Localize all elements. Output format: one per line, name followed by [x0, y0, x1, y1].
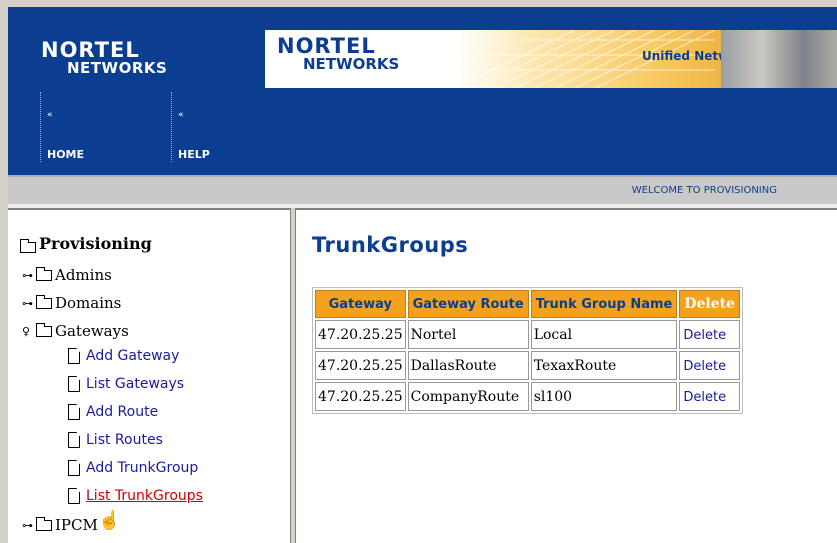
- window-frame-left: [0, 0, 8, 543]
- page-title: TrunkGroups: [312, 233, 469, 257]
- leaf-label[interactable]: Add Gateway: [86, 348, 179, 364]
- leaf-label[interactable]: List Gateways: [86, 376, 184, 392]
- tree-node-admins[interactable]: ⊶ Admins: [22, 266, 112, 284]
- delete-link[interactable]: Delete: [679, 320, 741, 349]
- expand-icon[interactable]: ⊶: [22, 269, 36, 282]
- delete-link[interactable]: Delete: [679, 382, 741, 411]
- list-trunkgroups-link[interactable]: List TrunkGroups: [68, 488, 203, 504]
- welcome-text: WELCOME TO PROVISIONING: [631, 185, 777, 196]
- cell-trunk-group: sl100: [530, 382, 678, 411]
- banner-logo-line2: NETWORKS: [303, 55, 400, 73]
- add-gateway-link[interactable]: Add Gateway: [68, 348, 179, 364]
- main-content: TrunkGroups Gateway Gateway Route Trunk …: [296, 208, 837, 543]
- leaf-label[interactable]: Add TrunkGroup: [86, 460, 198, 476]
- tree-node-gateways[interactable]: ♀ Gateways: [22, 322, 129, 340]
- banner-photo: [721, 30, 837, 88]
- hand-cursor-icon: ☝: [98, 510, 121, 531]
- banner-logo-line1: NORTEL: [277, 34, 376, 58]
- logo-line2: NETWORKS: [67, 59, 168, 77]
- collapse-icon[interactable]: ♀: [22, 325, 36, 338]
- list-gateways-link[interactable]: List Gateways: [68, 376, 184, 392]
- cell-gateway: 47.20.25.25: [315, 320, 406, 349]
- header: NORTEL NETWORKS NORTEL NETWORKS Unified …: [8, 7, 837, 175]
- column-header-gateway-route: Gateway Route: [407, 290, 529, 318]
- column-header-trunk-group-name: Trunk Group Name: [530, 290, 678, 318]
- document-icon: [68, 404, 80, 420]
- tree-node-label: Gateways: [55, 322, 129, 340]
- window-frame-top: [0, 0, 837, 7]
- nav-help-label[interactable]: HELP: [178, 148, 210, 161]
- nav-help[interactable]: « HELP: [171, 92, 210, 162]
- leaf-label[interactable]: Add Route: [86, 404, 158, 420]
- document-icon: [68, 376, 80, 392]
- tree-node-label: Admins: [55, 266, 112, 284]
- table-header-row: Gateway Gateway Route Trunk Group Name D…: [315, 290, 741, 318]
- document-icon: [68, 460, 80, 476]
- folder-icon: [20, 239, 36, 253]
- table-row: 47.20.25.25 CompanyRoute sl100 Delete: [315, 382, 741, 411]
- table-row: 47.20.25.25 DallasRoute TexaxRoute Delet…: [315, 351, 741, 380]
- expand-icon[interactable]: ⊶: [22, 297, 36, 310]
- status-bar: WELCOME TO PROVISIONING: [8, 175, 837, 204]
- cell-route: DallasRoute: [407, 351, 529, 380]
- banner-nortel-logo: NORTEL NETWORKS: [277, 35, 399, 72]
- document-icon: [68, 488, 80, 504]
- leaf-label[interactable]: List Routes: [86, 432, 163, 448]
- add-trunkgroup-link[interactable]: Add TrunkGroup: [68, 460, 198, 476]
- tree-root[interactable]: Provisioning: [20, 234, 152, 253]
- banner: NORTEL NETWORKS Unified Network: [265, 30, 837, 88]
- cell-route: CompanyRoute: [407, 382, 529, 411]
- folder-icon: [36, 516, 52, 531]
- delete-link[interactable]: Delete: [679, 351, 741, 380]
- add-route-link[interactable]: Add Route: [68, 404, 158, 420]
- folder-icon: [36, 294, 52, 309]
- folder-icon: [36, 322, 52, 337]
- tree-node-ipcm[interactable]: ⊶ IPCM: [22, 516, 98, 534]
- tree-node-label: IPCM: [55, 516, 98, 534]
- nav-arrow-icon: «: [47, 110, 53, 120]
- tree-root-label: Provisioning: [39, 234, 152, 253]
- trunkgroups-table: Gateway Gateway Route Trunk Group Name D…: [312, 287, 744, 414]
- nav-arrow-icon: «: [178, 110, 184, 120]
- tree-node-domains[interactable]: ⊶ Domains: [22, 294, 121, 312]
- cell-route: Nortel: [407, 320, 529, 349]
- leaf-label[interactable]: List TrunkGroups: [86, 488, 203, 504]
- table-row: 47.20.25.25 Nortel Local Delete: [315, 320, 741, 349]
- nav-home-label[interactable]: HOME: [47, 148, 84, 161]
- list-routes-link[interactable]: List Routes: [68, 432, 163, 448]
- logo-line1: NORTEL: [41, 38, 140, 62]
- expand-icon[interactable]: ⊶: [22, 519, 36, 532]
- tree-node-label: Domains: [55, 294, 122, 312]
- cell-gateway: 47.20.25.25: [315, 351, 406, 380]
- document-icon: [68, 348, 80, 364]
- cell-trunk-group: TexaxRoute: [530, 351, 678, 380]
- folder-icon: [36, 266, 52, 281]
- nav-home[interactable]: « HOME: [40, 92, 84, 162]
- navigation-tree: Provisioning ⊶ Admins ⊶ Domains ♀ Gatewa…: [8, 208, 290, 543]
- column-header-gateway: Gateway: [315, 290, 406, 318]
- document-icon: [68, 432, 80, 448]
- column-header-delete: Delete: [679, 290, 741, 318]
- cell-trunk-group: Local: [530, 320, 678, 349]
- cell-gateway: 47.20.25.25: [315, 382, 406, 411]
- nortel-logo: NORTEL NETWORKS: [41, 39, 167, 76]
